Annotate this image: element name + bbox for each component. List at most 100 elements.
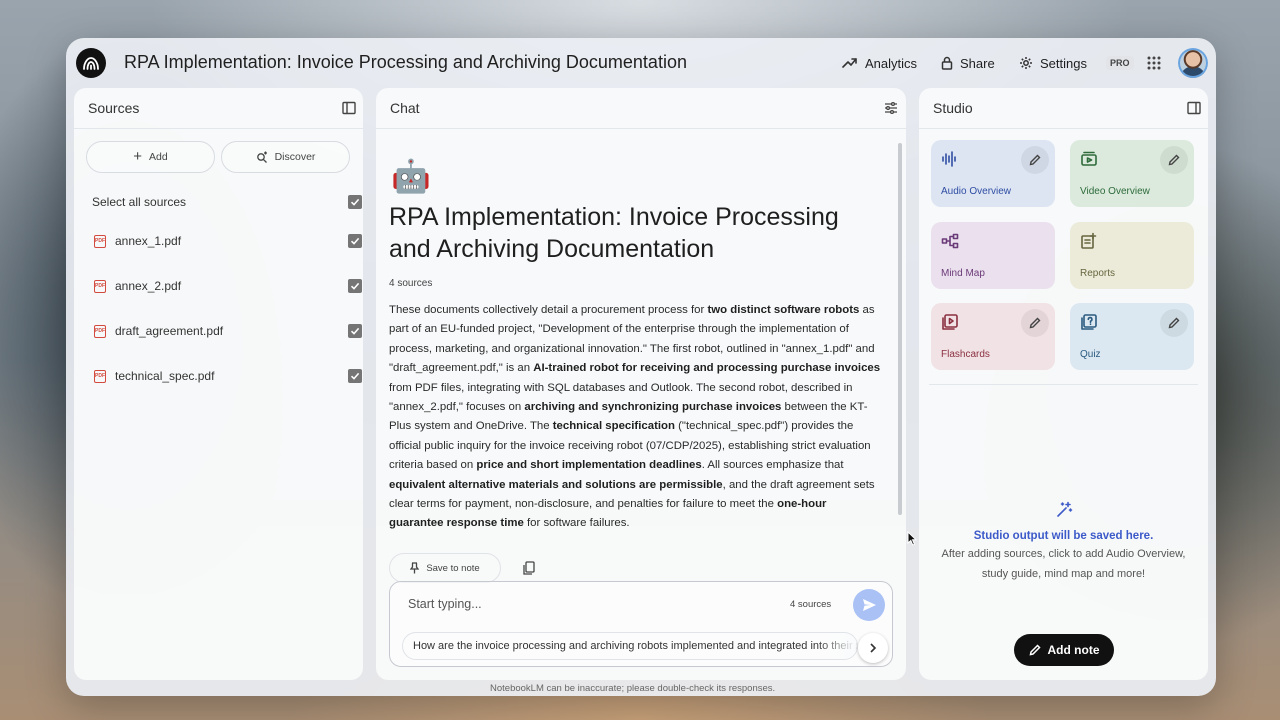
- robot-emoji-icon: 🤖: [391, 158, 431, 194]
- select-all-row[interactable]: Select all sources: [92, 192, 362, 212]
- pencil-icon: [1029, 644, 1041, 656]
- customize-button[interactable]: [1021, 146, 1049, 174]
- studio-divider: [929, 384, 1198, 385]
- collapse-panel-icon[interactable]: [342, 101, 356, 115]
- copy-icon[interactable]: [522, 561, 536, 575]
- discover-label: Discover: [274, 151, 316, 163]
- studio-title: Studio: [933, 100, 973, 116]
- pdf-file-icon: PDF: [94, 369, 106, 383]
- save-to-note-label: Save to note: [426, 562, 480, 574]
- quiz-icon: [1081, 314, 1097, 330]
- notebooklm-logo-icon[interactable]: [76, 48, 106, 78]
- user-avatar[interactable]: [1178, 48, 1208, 78]
- chat-scrollbar[interactable]: [898, 143, 902, 515]
- source-item[interactable]: PDF draft_agreement.pdf: [94, 321, 362, 341]
- pin-icon: [410, 562, 420, 574]
- save-to-note-button[interactable]: Save to note: [389, 553, 501, 583]
- studio-card-reports[interactable]: Reports: [1070, 222, 1194, 289]
- share-label: Share: [960, 55, 995, 71]
- summary-bold-text: equivalent alternative materials and sol…: [389, 478, 723, 491]
- source-item-label: annex_1.pdf: [115, 234, 182, 248]
- source-item-label: draft_agreement.pdf: [115, 324, 224, 338]
- chat-options-sliders-icon[interactable]: [884, 101, 898, 115]
- summary-bold-text: archiving and synchronizing purchase inv…: [524, 401, 782, 414]
- studio-card-label: Reports: [1080, 268, 1116, 279]
- mouse-cursor-icon: [907, 531, 917, 546]
- check-icon: [350, 237, 360, 245]
- studio-card-label: Flashcards: [941, 349, 990, 360]
- studio-card-video-overview[interactable]: Video Overview: [1070, 140, 1194, 207]
- send-icon: [862, 599, 876, 611]
- pencil-icon: [1029, 317, 1041, 329]
- source-checkbox[interactable]: [348, 234, 362, 248]
- studio-card-flashcards[interactable]: Flashcards: [931, 303, 1055, 370]
- discover-sources-button[interactable]: Discover: [221, 141, 350, 173]
- pdf-file-icon: PDF: [94, 279, 106, 293]
- add-source-button[interactable]: + Add: [86, 141, 215, 173]
- chat-title: Chat: [390, 100, 420, 116]
- studio-card-label: Audio Overview: [941, 186, 1012, 197]
- suggestion-fade: [817, 633, 857, 659]
- add-note-label: Add note: [1047, 643, 1100, 657]
- check-icon: [350, 198, 360, 206]
- add-note-button[interactable]: Add note: [1014, 634, 1114, 666]
- check-icon: [350, 282, 360, 290]
- studio-card-audio-overview[interactable]: Audio Overview: [931, 140, 1055, 207]
- magic-wand-icon: [1056, 501, 1072, 517]
- audio-waveform-icon: [942, 151, 956, 167]
- next-suggestion-button[interactable]: [858, 633, 888, 663]
- pdf-file-icon: PDF: [94, 324, 106, 338]
- summary-text: . All sources emphasize that: [701, 459, 844, 472]
- analytics-button[interactable]: Analytics: [842, 51, 917, 75]
- sources-divider: [74, 128, 363, 129]
- analytics-label: Analytics: [865, 55, 918, 71]
- add-source-label: Add: [149, 151, 168, 163]
- select-all-checkbox[interactable]: [348, 195, 362, 209]
- reports-icon: [1081, 232, 1097, 249]
- gear-icon: [1020, 57, 1032, 69]
- source-checkbox[interactable]: [348, 324, 362, 338]
- collapse-panel-icon[interactable]: [1187, 101, 1201, 115]
- studio-card-mind-map[interactable]: Mind Map: [931, 222, 1055, 289]
- studio-card-label: Mind Map: [941, 268, 985, 279]
- send-button[interactable]: [853, 589, 885, 621]
- studio-card-label: Video Overview: [1080, 186, 1150, 197]
- source-checkbox[interactable]: [348, 279, 362, 293]
- source-item[interactable]: PDF annex_1.pdf: [94, 231, 362, 251]
- sources-panel: Sources + Add Discover Select all source…: [74, 88, 363, 680]
- chat-input[interactable]: Start typing...: [408, 597, 482, 611]
- suggested-question[interactable]: How are the invoice processing and archi…: [402, 632, 858, 660]
- video-icon: [1081, 151, 1097, 166]
- summary-bold-text: price and short implementation deadlines: [476, 459, 702, 472]
- source-item-label: technical_spec.pdf: [115, 369, 215, 383]
- flashcards-icon: [942, 314, 958, 330]
- source-item[interactable]: PDF annex_2.pdf: [94, 276, 362, 296]
- customize-button[interactable]: [1160, 146, 1188, 174]
- source-item[interactable]: PDF technical_spec.pdf: [94, 366, 362, 386]
- select-all-label: Select all sources: [92, 195, 187, 209]
- studio-empty-title: Studio output will be saved here.: [973, 530, 1154, 542]
- top-bar: RPA Implementation: Invoice Processing a…: [66, 38, 1216, 88]
- customize-button[interactable]: [1160, 309, 1188, 337]
- source-checkbox[interactable]: [348, 369, 362, 383]
- input-source-count: 4 sources: [790, 599, 832, 610]
- apps-grid-icon[interactable]: [1147, 56, 1161, 70]
- disclaimer-text: NotebookLM can be inaccurate; please dou…: [490, 683, 776, 694]
- share-button[interactable]: Share: [941, 51, 995, 75]
- studio-card-quiz[interactable]: Quiz: [1070, 303, 1194, 370]
- check-icon: [350, 372, 360, 380]
- chat-input-box: Start typing... 4 sources How are the in…: [389, 581, 893, 667]
- customize-button[interactable]: [1021, 309, 1049, 337]
- pencil-icon: [1168, 154, 1180, 166]
- mind-map-icon: [941, 233, 959, 249]
- studio-empty-subtitle: After adding sources, click to add Audio…: [941, 548, 1186, 580]
- summary-text: for software failures.: [523, 517, 630, 530]
- notebook-heading: RPA Implementation: Invoice Processing a…: [389, 203, 839, 263]
- check-icon: [350, 327, 360, 335]
- plus-icon: +: [133, 148, 143, 165]
- settings-label: Settings: [1040, 55, 1087, 71]
- summary-text: These documents collectively detail a pr…: [389, 304, 708, 316]
- notebook-title[interactable]: RPA Implementation: Invoice Processing a…: [124, 52, 687, 73]
- settings-button[interactable]: Settings: [1019, 51, 1087, 75]
- sources-title: Sources: [88, 100, 140, 116]
